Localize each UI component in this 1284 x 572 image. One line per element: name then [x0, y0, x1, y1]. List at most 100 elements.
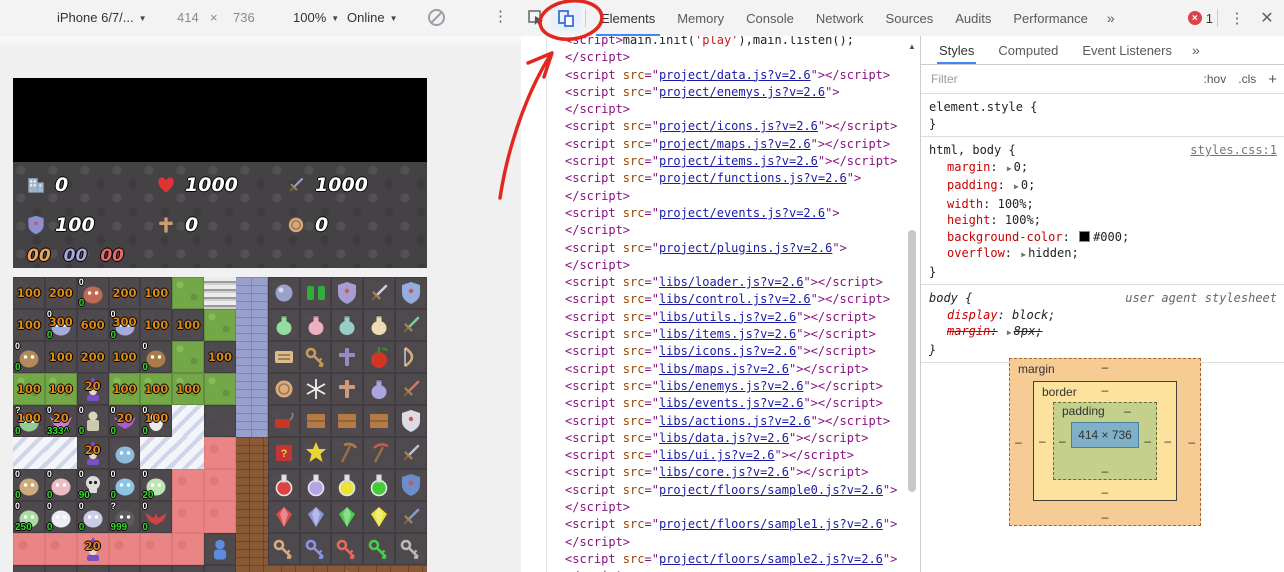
map-tile-egg[interactable]: 10000	[140, 405, 172, 437]
map-tile[interactable]	[236, 341, 268, 373]
map-tile[interactable]: 100	[140, 277, 172, 309]
cls-toggle[interactable]: .cls	[1238, 72, 1256, 86]
box-model-margin[interactable]: margin –– –– border –– –– padding –– –– …	[1009, 358, 1201, 526]
map-tile[interactable]	[13, 565, 45, 572]
code-line[interactable]: </script>	[565, 188, 897, 205]
code-line[interactable]: </script>	[565, 222, 897, 239]
map-tile-plank[interactable]	[300, 405, 332, 437]
map-tile[interactable]	[204, 501, 236, 533]
map-tile[interactable]: 100	[140, 373, 172, 405]
code-line[interactable]: <script src="libs/core.js?v=2.6"></scrip…	[565, 464, 897, 481]
map-tile[interactable]	[236, 469, 268, 501]
map-tile-jug[interactable]	[268, 309, 300, 341]
map-tile[interactable]	[236, 533, 268, 565]
map-tile-monster[interactable]: 00	[77, 501, 109, 533]
map-tile-hero[interactable]: 20	[77, 533, 109, 565]
tab-sources[interactable]: Sources	[875, 1, 945, 36]
map-tile-book[interactable]: ?	[268, 437, 300, 469]
box-model-diagram[interactable]: margin –– –– border –– –– padding –– –– …	[1009, 358, 1201, 526]
map-tile[interactable]	[140, 533, 172, 565]
map-tile-potion[interactable]	[331, 469, 363, 501]
toolbar-menu-icon[interactable]: ⋮	[493, 7, 508, 25]
map-tile[interactable]: 20	[109, 565, 141, 572]
map-tile-person[interactable]	[331, 565, 363, 572]
styles-tab-styles[interactable]: Styles	[927, 36, 986, 64]
map-tile-gem[interactable]	[300, 501, 332, 533]
map-tile-monster[interactable]: 00	[45, 469, 77, 501]
map-tile-plank[interactable]	[363, 405, 395, 437]
map-tile-key[interactable]	[363, 533, 395, 565]
map-tile-person[interactable]	[204, 533, 236, 565]
map-tile-shield[interactable]	[395, 405, 427, 437]
map-tile-monster[interactable]: 00	[45, 501, 77, 533]
map-tile-skull[interactable]	[77, 565, 109, 572]
map-tile[interactable]	[45, 533, 77, 565]
map-tile-shield[interactable]	[395, 277, 427, 309]
map-tile-hero[interactable]: 20	[77, 373, 109, 405]
code-line[interactable]: <script src="libs/actions.js?v=2.6"></sc…	[565, 413, 897, 430]
scrollbar-thumb[interactable]	[908, 230, 916, 492]
map-tile[interactable]: 100	[13, 277, 45, 309]
map-tile-star[interactable]	[300, 437, 332, 469]
css-rule[interactable]: element.style {}	[921, 94, 1284, 137]
css-rule[interactable]: body {user agent stylesheetdisplay: bloc…	[921, 285, 1284, 363]
code-line[interactable]: <script src="libs/utils.js?v=2.6"></scri…	[565, 309, 897, 326]
tab-memory[interactable]: Memory	[666, 1, 735, 36]
map-tile[interactable]	[172, 501, 204, 533]
device-width-input[interactable]: 414	[177, 10, 199, 25]
code-line[interactable]: <script src="libs/events.js?v=2.6"></scr…	[565, 395, 897, 412]
map-tile-bag[interactable]	[363, 341, 395, 373]
map-tile[interactable]: 100	[13, 373, 45, 405]
map-tile[interactable]	[204, 405, 236, 437]
code-line[interactable]: <script>main.init('play'),main.listen();	[565, 36, 897, 49]
map-tile-gem[interactable]	[331, 501, 363, 533]
map-tile[interactable]	[172, 565, 204, 572]
map-tile-gem[interactable]	[268, 501, 300, 533]
map-tile[interactable]	[204, 277, 236, 309]
code-line[interactable]: </script>	[565, 568, 897, 572]
code-line[interactable]: <script src="libs/items.js?v=2.6"></scri…	[565, 326, 897, 343]
map-tile-sword[interactable]	[395, 309, 427, 341]
map-tile-potion[interactable]	[268, 469, 300, 501]
map-tile-sword[interactable]	[363, 277, 395, 309]
map-tile-knight[interactable]: 00	[77, 405, 109, 437]
device-select[interactable]: iPhone 6/7/...▼	[57, 10, 147, 25]
map-tile[interactable]	[140, 565, 172, 572]
map-tile[interactable]	[172, 437, 204, 469]
styles-tab-event-listeners[interactable]: Event Listeners	[1070, 36, 1184, 64]
map-tile-sword[interactable]	[395, 501, 427, 533]
map-tile[interactable]	[172, 469, 204, 501]
dom-tree[interactable]: <script>main.init('play'),main.listen();…	[565, 36, 897, 572]
code-line[interactable]: <script src="project/floors/sample2.js?v…	[565, 551, 897, 568]
tab-elements[interactable]: Elements	[590, 1, 666, 36]
map-tile-sword[interactable]	[395, 373, 427, 405]
game-canvas[interactable]: 010001000 10000 000000 10020000200100100…	[13, 78, 427, 572]
elements-panel[interactable]: <script>main.init('play'),main.listen();…	[521, 36, 920, 572]
close-devtools-icon[interactable]: ✕	[1252, 5, 1282, 31]
code-line[interactable]: <script src="libs/maps.js?v=2.6"></scrip…	[565, 361, 897, 378]
map-tile-bat[interactable]: 2000	[109, 405, 141, 437]
network-throttle-select[interactable]: Online▼	[347, 10, 398, 25]
map-tile-monster[interactable]: 020	[140, 469, 172, 501]
code-line[interactable]: <script src="project/plugins.js?v=2.6">	[565, 240, 897, 257]
css-rules[interactable]: element.style {}html, body {styles.css:1…	[921, 94, 1284, 363]
map-tile-jug[interactable]	[363, 373, 395, 405]
map-tile-cross[interactable]	[331, 341, 363, 373]
code-line[interactable]: <script src="libs/loader.js?v=2.6"></scr…	[565, 274, 897, 291]
map-tile-shield[interactable]	[331, 277, 363, 309]
map-tile-monster[interactable]: 30000	[109, 309, 141, 341]
map-tile[interactable]	[204, 565, 236, 572]
map-tile-monster[interactable]: 0250	[13, 501, 45, 533]
map-tile[interactable]: 100	[13, 309, 45, 341]
styles-filter-input[interactable]	[929, 71, 1113, 87]
error-badge[interactable]: × 1	[1188, 11, 1213, 26]
map-tile[interactable]	[109, 533, 141, 565]
code-line[interactable]: <script src="project/floors/sample0.js?v…	[565, 482, 897, 499]
map-tile[interactable]	[236, 405, 268, 437]
map-tile-scroll[interactable]	[268, 341, 300, 373]
more-tabs-button[interactable]: »	[1099, 10, 1123, 26]
map-tile[interactable]: 100	[204, 341, 236, 373]
inspect-element-icon[interactable]	[521, 5, 551, 31]
devtools-menu-icon[interactable]: ⋮	[1222, 5, 1252, 31]
map-tile[interactable]: 100	[109, 341, 141, 373]
